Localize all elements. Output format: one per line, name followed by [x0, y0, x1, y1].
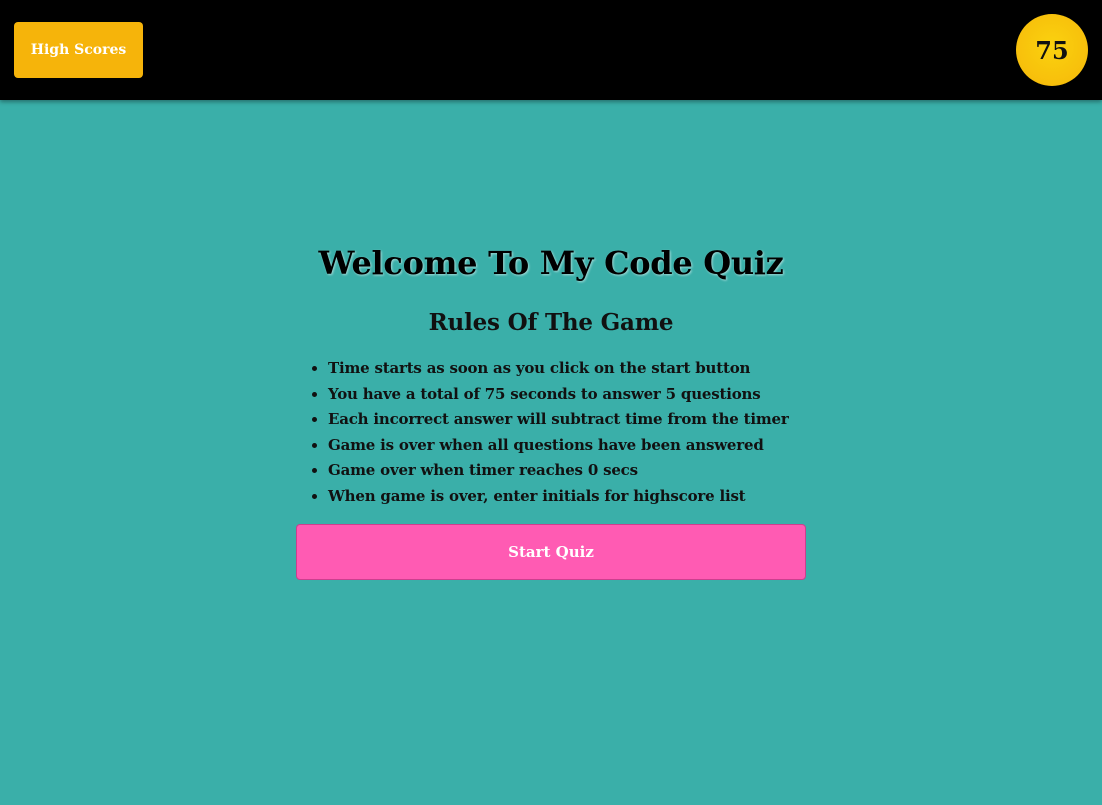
rule-item: You have a total of 75 seconds to answer…	[328, 382, 848, 408]
rule-item: Each incorrect answer will subtract time…	[328, 407, 848, 433]
rule-item: When game is over, enter initials for hi…	[328, 484, 848, 510]
rule-item: Game is over when all questions have bee…	[328, 433, 848, 459]
high-scores-button[interactable]: High Scores	[14, 22, 143, 78]
rule-item: Game over when timer reaches 0 secs	[328, 458, 848, 484]
start-quiz-button[interactable]: Start Quiz	[296, 524, 806, 580]
quiz-intro: Welcome To My Code Quiz Rules Of The Gam…	[0, 100, 1102, 805]
top-bar: High Scores 75	[0, 0, 1102, 100]
timer-badge: 75	[1016, 14, 1088, 86]
rules-list: Time starts as soon as you click on the …	[304, 356, 848, 510]
rules-heading: Rules Of The Game	[428, 309, 674, 336]
page-title: Welcome To My Code Quiz	[318, 244, 784, 282]
rule-item: Time starts as soon as you click on the …	[328, 356, 848, 382]
